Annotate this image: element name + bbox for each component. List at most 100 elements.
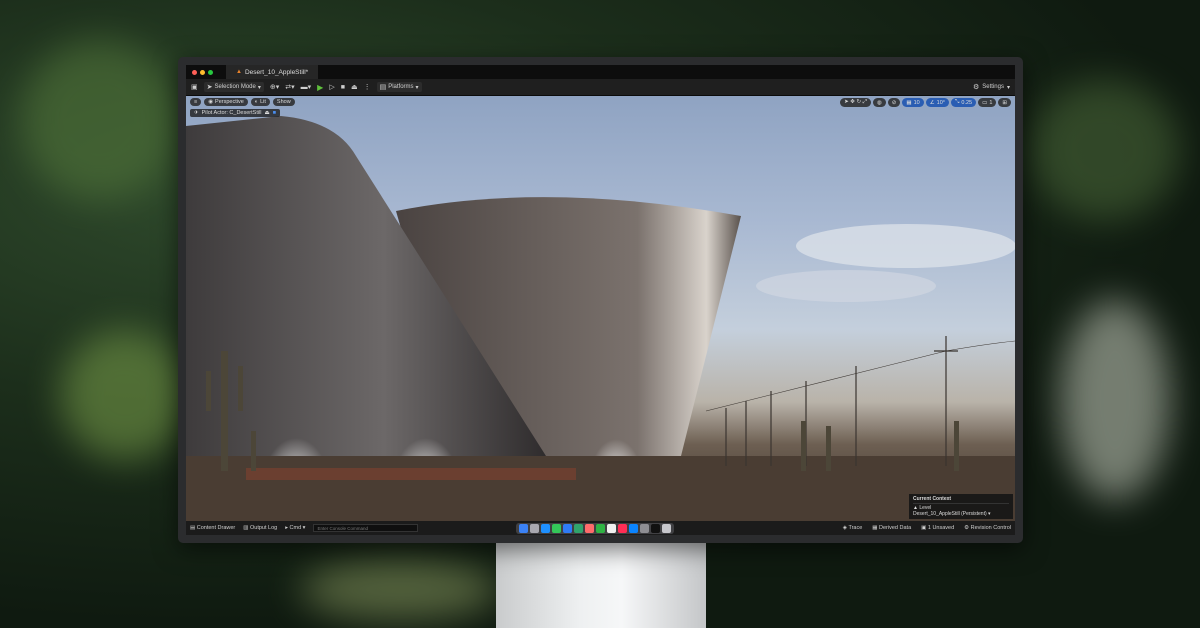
level-icon: ▲: [236, 69, 242, 75]
desert-ground: [186, 456, 1015, 521]
maximize-viewport-button[interactable]: ⊞: [998, 98, 1011, 107]
revision-control-label: Revision Control: [970, 525, 1011, 531]
grid-snap-toggle[interactable]: ▦ 10: [902, 98, 924, 107]
camera-icon: ◉: [208, 99, 214, 105]
background-bokeh: [1030, 80, 1180, 220]
photos-icon[interactable]: [585, 523, 595, 533]
output-log-label: Output Log: [250, 525, 278, 531]
close-window-button[interactable]: [192, 69, 197, 75]
viewport-menu-button[interactable]: ≡: [190, 98, 202, 106]
cmd-label: Cmd: [289, 525, 302, 531]
rotation-snap-toggle[interactable]: ∠ 10°: [925, 98, 949, 107]
camera-speed-value: 1: [989, 99, 993, 106]
trace-label: Trace: [848, 525, 863, 531]
calendar-icon[interactable]: [607, 523, 617, 533]
show-button[interactable]: Show: [272, 98, 295, 106]
scale-snap-toggle[interactable]: ⤡ 0.25: [951, 98, 977, 107]
more-options-icon[interactable]: ⋮: [364, 83, 371, 91]
blueprint-icon[interactable]: ⇄▾: [285, 83, 294, 91]
lit-label: Lit: [260, 99, 266, 105]
grid-snap-value: 10: [913, 99, 920, 106]
angle-icon: ∠: [929, 99, 935, 106]
cloud: [796, 224, 1015, 268]
mail-icon[interactable]: [563, 523, 573, 533]
cmd-dropdown[interactable]: ▸ Cmd ▾: [285, 525, 305, 531]
content-drawer-label: Content Drawer: [196, 525, 236, 531]
level-tab[interactable]: ▲ Desert_10_AppleStill*: [226, 65, 319, 79]
derived-data-button[interactable]: ▦ Derived Data: [872, 525, 911, 531]
lit-button[interactable]: ◐ Lit: [250, 98, 270, 106]
world-local-toggle[interactable]: ◍: [872, 98, 886, 107]
trash-icon[interactable]: [662, 523, 672, 533]
output-log-button[interactable]: ▥ Output Log: [243, 525, 277, 531]
derived-data-label: Derived Data: [879, 525, 912, 531]
background-bokeh: [1060, 300, 1170, 500]
step-icon[interactable]: ▷: [329, 83, 334, 91]
facetime-icon[interactable]: [596, 523, 606, 533]
background-bokeh: [60, 330, 190, 460]
content-drawer-button[interactable]: ▤ Content Drawer: [190, 525, 235, 531]
stop-icon[interactable]: ■: [341, 84, 345, 91]
messages-icon[interactable]: [552, 523, 562, 533]
zoom-window-button[interactable]: [208, 69, 213, 75]
scale-icon: ⤡: [955, 99, 960, 105]
camera-icon: ▭: [982, 99, 988, 106]
platforms-dropdown[interactable]: ▤ Platforms ▾: [376, 82, 422, 92]
scale-snap-value: 0.25: [961, 99, 973, 106]
pilot-icon: ✈: [194, 110, 199, 116]
context-header: Current Context: [913, 496, 1009, 504]
monitor: ▲ Desert_10_AppleStill* ▣ ➤ Selection Mo…: [178, 57, 1023, 543]
eject-pilot-icon[interactable]: ⏏: [265, 110, 270, 116]
pilot-actor-label: Pilot Actor: C_DesertStill: [201, 110, 262, 116]
level-value: Desert_10_AppleStill (Persistent): [913, 511, 987, 517]
level-viewport[interactable]: ≡ ◉ Perspective ◐ Lit Show ✈ Pilot Actor…: [186, 96, 1015, 521]
background-bokeh: [20, 40, 180, 200]
selection-mode-dropdown[interactable]: ➤ Selection Mode ▾: [203, 82, 264, 92]
trace-button[interactable]: ◈ Trace: [843, 525, 863, 531]
system-settings-icon[interactable]: [640, 523, 650, 533]
macos-dock: [516, 522, 675, 534]
unsaved-button[interactable]: ▣ 1 Unsaved: [921, 525, 954, 531]
status-bar: ▤ Content Drawer ▥ Output Log ▸ Cmd ▾ En…: [186, 521, 1015, 535]
cloud: [756, 270, 936, 302]
unreal-engine-icon[interactable]: [651, 523, 661, 533]
platforms-label: Platforms: [388, 84, 414, 90]
save-icon[interactable]: ▣: [191, 83, 198, 91]
app-store-icon[interactable]: [629, 523, 639, 533]
chevron-down-icon: ▾: [415, 84, 419, 91]
background-bokeh: [300, 560, 500, 620]
power-lines: [705, 336, 1015, 466]
viewport-toolbar-left: ≡ ◉ Perspective ◐ Lit Show: [190, 98, 295, 106]
surface-snap-toggle[interactable]: ⊘: [887, 98, 901, 107]
building-base: [246, 468, 576, 480]
finder-icon[interactable]: [519, 523, 529, 533]
console-command-input[interactable]: Enter Console Command: [313, 524, 419, 532]
safari-icon[interactable]: [541, 523, 551, 533]
minimize-window-button[interactable]: [200, 69, 205, 75]
current-context-panel: Current Context ▲ Level Desert_10_AppleS…: [909, 494, 1013, 519]
perspective-button[interactable]: ◉ Perspective: [204, 98, 248, 106]
lit-icon: ◐: [254, 99, 259, 105]
level-selector[interactable]: Desert_10_AppleStill (Persistent) ▾: [913, 511, 1009, 517]
play-icon[interactable]: ▶: [317, 83, 323, 92]
level-tab-label: Desert_10_AppleStill*: [244, 68, 309, 76]
pilot-actor-bar: ✈ Pilot Actor: C_DesertStill ⏏ ■: [190, 109, 281, 117]
cinematics-icon[interactable]: ▬▾: [301, 83, 312, 91]
launchpad-icon[interactable]: [530, 523, 540, 533]
maps-icon[interactable]: [574, 523, 584, 533]
main-toolbar: ▣ ➤ Selection Mode ▾ ⊕▾ ⇄▾ ▬▾ ▶ ▷ ■ ⏏ ⋮ …: [186, 79, 1015, 96]
settings-dropdown[interactable]: ⚙ Settings ▾: [973, 83, 1010, 91]
chevron-down-icon: ▾: [257, 84, 261, 91]
music-icon[interactable]: [618, 523, 628, 533]
cursor-icon: ➤: [206, 84, 213, 91]
transform-tools[interactable]: ➤ ✥ ↻ ⤢: [840, 98, 871, 107]
revision-control-button[interactable]: ⚙ Revision Control: [964, 525, 1011, 531]
status-bar-right: ◈ Trace ▦ Derived Data ▣ 1 Unsaved ⚙ Rev…: [843, 525, 1011, 531]
add-actor-icon[interactable]: ⊕▾: [270, 83, 279, 91]
eject-icon[interactable]: ⏏: [351, 83, 358, 91]
monitor-stand: [496, 540, 706, 628]
platforms-icon: ▤: [379, 84, 387, 91]
grid-icon: ▦: [906, 99, 912, 106]
camera-icon[interactable]: ■: [273, 110, 276, 116]
camera-speed-button[interactable]: ▭ 1: [978, 98, 997, 107]
